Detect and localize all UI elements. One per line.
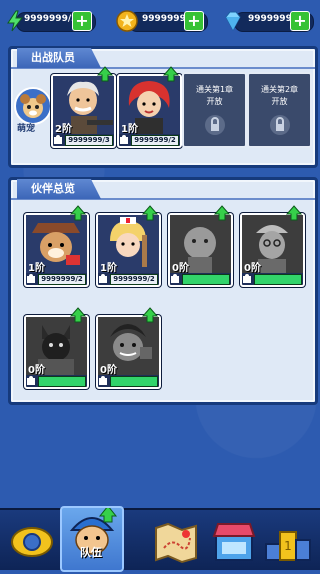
roster-title: 伙伴总览 [17,179,101,199]
ranking-icon: 1 [265,531,311,561]
nav-shop[interactable] [208,514,260,566]
star-coin-icon [116,10,138,32]
locked-slot-line1: 通关第2章 [260,85,299,94]
hero-stage: 0阶 [28,365,45,376]
hero-stage: 1阶 [28,263,45,274]
pet-avatar[interactable] [14,87,52,125]
upgrade-arrow-icon [142,307,158,323]
nav-team[interactable]: 队伍 [60,505,124,572]
lineup-member-card[interactable]: 2阶 9999999/3 [51,66,116,148]
hero-progress: 9999999/2 [110,274,158,285]
upgrade-arrow-icon [142,205,158,221]
nav-ranking[interactable]: 1 [262,514,314,566]
hero-card[interactable]: 0阶 [240,205,305,287]
nav-shield[interactable] [6,514,58,566]
puzzle-piece-icon [99,376,107,385]
member-progress: 9999999/3 [65,135,113,146]
nav-team-label: 队伍 [80,546,102,559]
upgrade-arrow-icon [70,307,86,323]
puzzle-piece-icon [171,274,179,283]
locked-slot-line2: 开放 [271,97,288,106]
locked-slot-line1: 通关第1章 [195,85,234,94]
upgrade-arrow-icon [163,66,179,82]
puzzle-piece-icon [27,274,35,283]
lineup-member-card[interactable]: 1阶 9999999/2 [117,66,182,148]
locked-slot[interactable]: 通关第2章开放 [247,72,312,148]
hero-stage: 1阶 [100,263,117,274]
upgrade-arrow-icon [286,205,302,221]
hero-stage: 0阶 [100,365,117,376]
hero-card[interactable]: 1阶 9999999/2 [96,205,161,287]
lightning-icon [7,10,24,32]
pet-label: 萌宠 [17,124,36,134]
resource-bar: 9999999/20 + 9999999 + 9999999 + [0,0,320,44]
add-energy-button[interactable]: + [72,11,92,31]
nav-map[interactable] [150,514,202,566]
add-gem-button[interactable]: + [290,11,310,31]
hero-progress [182,274,230,285]
padlock-icon [205,115,225,135]
locked-slot-line2: 开放 [206,97,223,106]
upgrade-arrow-icon [214,205,230,221]
hero-stage: 0阶 [244,263,261,274]
coin-counter: 9999999 + [116,10,208,32]
hero-card[interactable]: 0阶 [24,307,89,389]
hero-card[interactable]: 0阶 [168,205,233,287]
hero-stage: 0阶 [172,263,189,274]
puzzle-piece-icon [99,274,107,283]
locked-slot[interactable]: 通关第1章开放 [182,72,247,148]
hero-progress [38,376,86,387]
lineup-title: 出战队员 [17,48,101,68]
hero-progress [110,376,158,387]
hero-progress [254,274,302,285]
hero-card[interactable]: 1阶 9999999/2 [24,205,89,287]
shop-icon [212,523,256,561]
svg-text:1: 1 [284,539,292,553]
upgrade-arrow-icon [97,66,113,82]
pet-icon [20,94,46,118]
shield-icon [11,527,53,557]
puzzle-piece-icon [120,135,128,144]
team-icon [69,505,118,555]
add-coin-button[interactable]: + [184,11,204,31]
puzzle-piece-icon [243,274,251,283]
upgrade-arrow-icon [70,205,86,221]
puzzle-piece-icon [27,376,35,385]
hero-card[interactable]: 0阶 [96,307,161,389]
member-stage: 2阶 [55,124,72,135]
hero-progress: 9999999/2 [38,274,86,285]
padlock-icon [270,115,290,135]
puzzle-piece-icon [54,135,62,144]
map-icon [155,522,197,564]
member-stage: 1阶 [121,124,138,135]
diamond-icon [225,11,241,32]
bottom-nav: 队伍 1 [0,505,320,572]
energy-counter: 9999999/20 + [4,10,96,32]
gem-counter: 9999999 + [222,10,314,32]
member-progress: 9999999/2 [131,135,179,146]
